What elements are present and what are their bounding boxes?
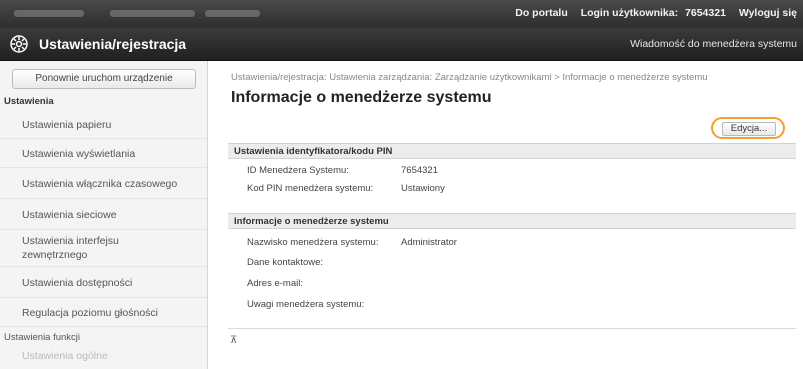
main-content: Ustawienia/rejestracja: Ustawienia zarzą… (208, 61, 803, 369)
field-value: 7654321 (401, 165, 438, 176)
field-label: Kod PIN menedżera systemu: (247, 183, 374, 194)
sidebar-item-label: zewnętrznego (22, 249, 88, 261)
field-label: Uwagi menedżera systemu: (247, 299, 365, 310)
settings-gear-icon (10, 35, 28, 53)
restart-device-button[interactable]: Ponownie uruchom urządzenie (12, 69, 196, 89)
sidebar-item-timer[interactable]: Ustawienia włącznika czasowego (0, 169, 207, 199)
sidebar-item-label: Ustawienia sieciowe (22, 209, 117, 221)
edit-button-highlight: Edycja... (711, 117, 785, 139)
sidebar-item-accessibility[interactable]: Ustawienia dostępności (0, 268, 207, 298)
divider (228, 328, 796, 329)
field-label: ID Menedżera Systemu: (247, 165, 349, 176)
field-label: Dane kontaktowe: (247, 257, 324, 268)
user-id: 7654321 (685, 7, 726, 19)
field-value: Ustawiony (401, 183, 445, 194)
edit-button[interactable]: Edycja... (722, 122, 776, 136)
portal-link[interactable]: Do portalu (515, 7, 568, 19)
sidebar-item-general[interactable]: Ustawienia ogólne (0, 347, 207, 365)
top-links: Do portalu Login użytkownika: 7654321 Wy… (505, 7, 797, 19)
sidebar-item-paper[interactable]: Ustawienia papieru (0, 111, 207, 139)
sidebar-item-label: Ustawienia dostępności (22, 277, 133, 289)
field-label: Nazwisko menedżera systemu: (247, 237, 379, 248)
blurred-text (205, 10, 260, 17)
blurred-text (14, 10, 84, 17)
login-label: Login użytkownika: (580, 7, 679, 19)
section-heading-id-pin: Ustawienia identyfikatora/kodu PIN (228, 143, 796, 159)
message-to-manager-link[interactable]: Wiadomość do menedżera systemu (630, 38, 797, 50)
sidebar-item-volume[interactable]: Regulacja poziomu głośności (0, 299, 207, 327)
top-bar: Do portalu Login użytkownika: 7654321 Wy… (0, 0, 803, 28)
blurred-text (110, 10, 195, 17)
sidebar-item-label: Ustawienia papieru (22, 119, 112, 131)
sidebar-item-label: Ustawienia wyświetlania (22, 148, 136, 160)
header-bar: Ustawienia/rejestracja Wiadomość do mene… (0, 28, 803, 61)
sidebar-group-settings: Ustawienia (4, 96, 54, 107)
field-value: Administrator (401, 237, 457, 248)
field-label: Adres e-mail: (247, 278, 303, 289)
sidebar-item-label: Ustawienia włącznika czasowego (22, 178, 178, 190)
sidebar-item-display[interactable]: Ustawienia wyświetlania (0, 140, 207, 168)
sidebar-item-label: Regulacja poziomu głośności (22, 307, 158, 319)
section-heading-manager-info: Informacje o menedżerze systemu (228, 213, 796, 229)
sidebar-item-label: Ustawienia ogólne (22, 350, 108, 362)
back-to-top-icon[interactable]: ⊼ (230, 335, 237, 346)
sidebar-item-network[interactable]: Ustawienia sieciowe (0, 200, 207, 230)
sidebar: Ponownie uruchom urządzenie Ustawienia U… (0, 61, 208, 369)
sidebar-group-functions[interactable]: Ustawienia funkcji (0, 332, 207, 343)
sidebar-item-external-interface[interactable]: Ustawienia interfejsu zewnętrznego (0, 231, 207, 267)
sidebar-item-label: Ustawienia interfejsu (22, 235, 119, 247)
page-title: Informacje o menedżerze systemu (231, 89, 492, 106)
header-title: Ustawienia/rejestracja (39, 36, 187, 52)
breadcrumb: Ustawienia/rejestracja: Ustawienia zarzą… (231, 72, 708, 83)
logout-link[interactable]: Wyloguj się (739, 7, 797, 19)
